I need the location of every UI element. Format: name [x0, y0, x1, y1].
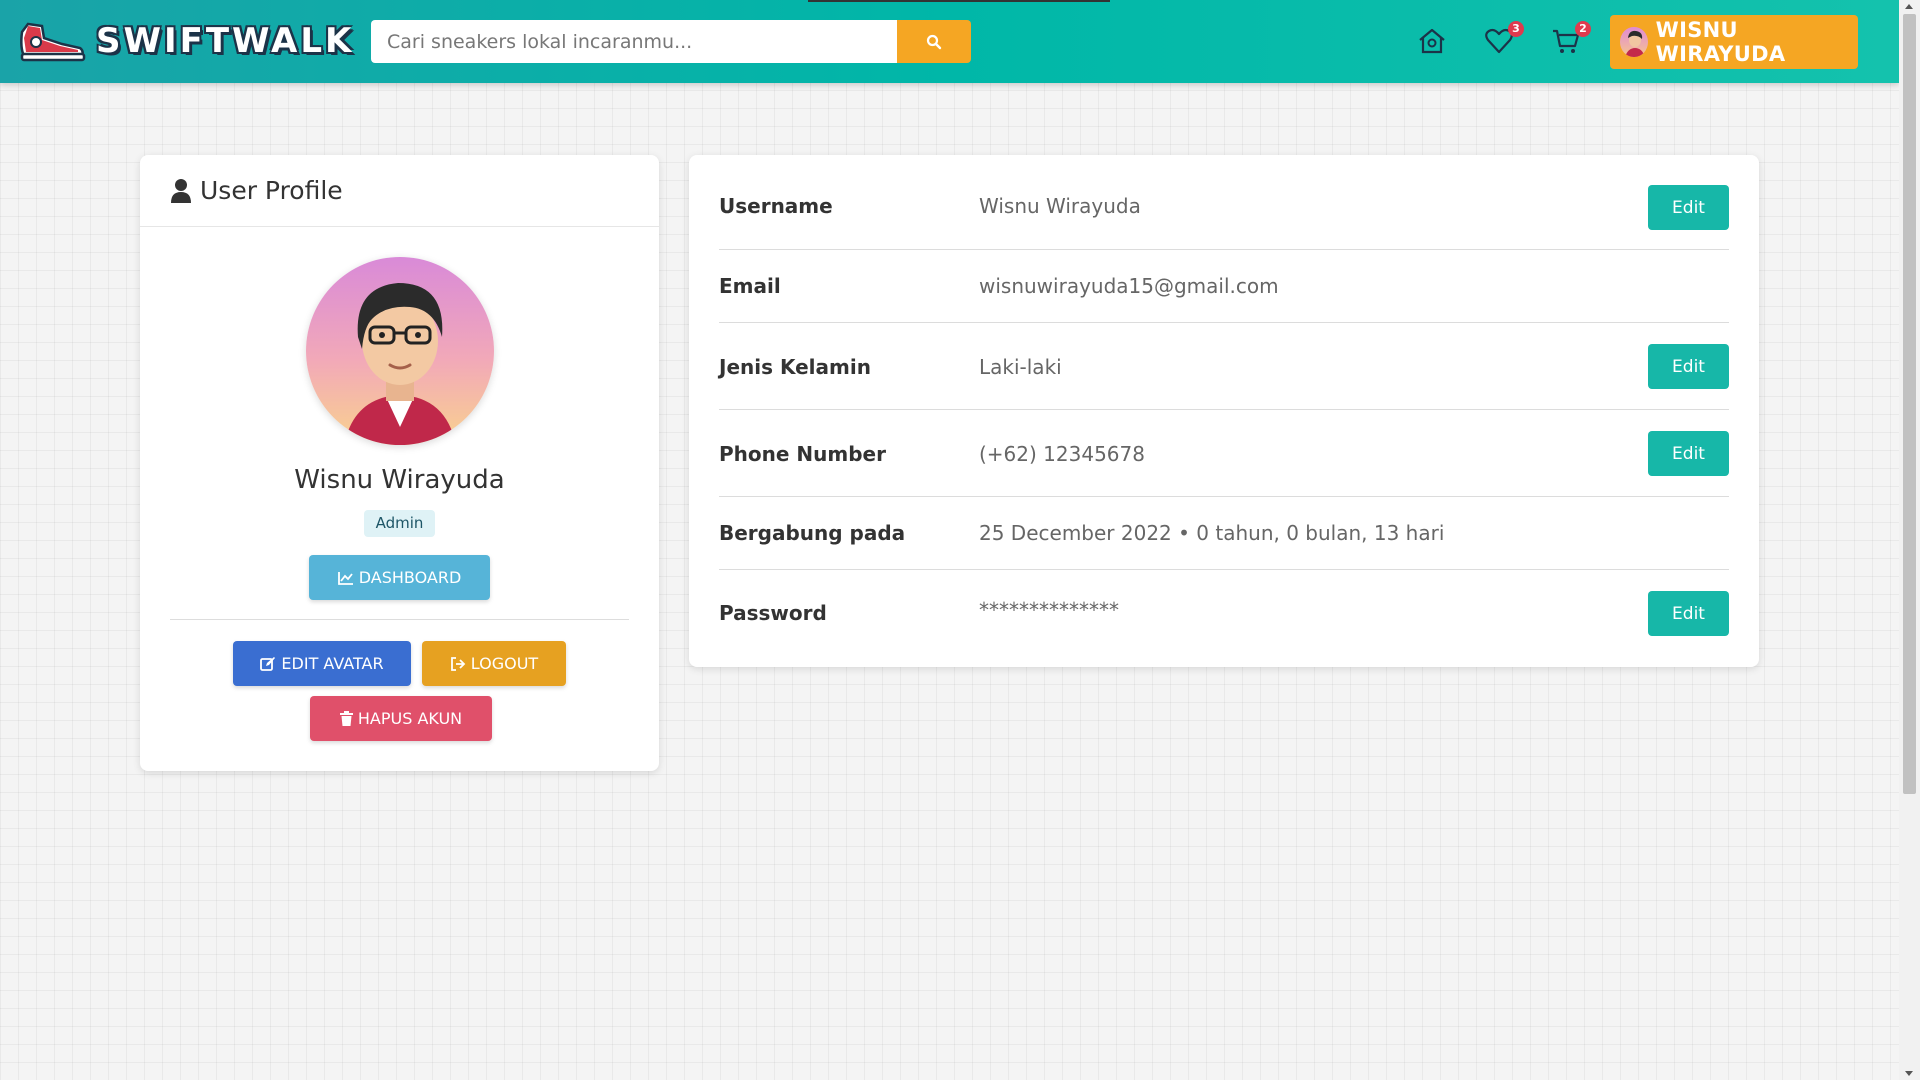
- phone-value: (+62) 12345678: [979, 442, 1145, 466]
- logout-button[interactable]: LOGOUT: [422, 641, 566, 686]
- line-chart-icon: [337, 571, 353, 585]
- password-label: Password: [719, 601, 827, 625]
- sneaker-icon: [20, 22, 86, 62]
- brand-name: SWIFTWALK: [96, 21, 355, 61]
- page-loading-bar: [808, 0, 1110, 2]
- email-value: wisnuwirayuda15@gmail.com: [979, 274, 1279, 298]
- account-info-card: Username Wisnu Wirayuda Edit Email wisnu…: [689, 155, 1759, 667]
- search-icon: [926, 34, 942, 49]
- role-badge: Admin: [364, 510, 435, 537]
- profile-divider: [170, 619, 629, 620]
- scroll-up-arrow-icon[interactable]: [1905, 4, 1913, 9]
- user-name-label: WISNU WIRAYUDA: [1655, 18, 1786, 66]
- cart-button[interactable]: 2: [1549, 21, 1591, 58]
- gender-value: Laki-laki: [979, 355, 1062, 379]
- info-row-phone: Phone Number (+62) 12345678 Edit: [719, 410, 1729, 497]
- info-row-username: Username Wisnu Wirayuda Edit: [719, 155, 1729, 250]
- email-label: Email: [719, 274, 781, 298]
- user-profile-card: User Profile Wisnu Wirayuda Admin DASHBO…: [140, 155, 659, 771]
- edit-gender-button[interactable]: Edit: [1648, 344, 1729, 389]
- wishlist-count-badge: 3: [1508, 21, 1524, 37]
- info-row-gender: Jenis Kelamin Laki-laki Edit: [719, 323, 1729, 410]
- username-label: Username: [719, 194, 833, 218]
- trash-icon: [339, 711, 353, 726]
- home-button[interactable]: [1415, 24, 1449, 58]
- password-value: **************: [979, 598, 1119, 622]
- user-avatar: [1620, 27, 1648, 57]
- info-row-password: Password ************** Edit: [719, 570, 1729, 667]
- delete-account-button-label: HAPUS AKUN: [357, 709, 463, 728]
- edit-password-button[interactable]: Edit: [1648, 591, 1729, 636]
- edit-avatar-button[interactable]: EDIT AVATAR: [233, 641, 411, 686]
- top-navbar: SWIFTWALK 3 2: [0, 0, 1899, 83]
- info-row-email: Email wisnuwirayuda15@gmail.com: [719, 250, 1729, 323]
- delete-account-button[interactable]: HAPUS AKUN: [310, 696, 492, 741]
- user-icon: [171, 178, 191, 203]
- home-icon: [1419, 28, 1445, 54]
- phone-label: Phone Number: [719, 442, 886, 466]
- gender-label: Jenis Kelamin: [719, 355, 871, 379]
- profile-card-header: User Profile: [140, 155, 659, 227]
- edit-icon: [260, 656, 276, 671]
- dashboard-button[interactable]: DASHBOARD: [309, 555, 490, 600]
- search-button[interactable]: [897, 20, 971, 63]
- joined-value: 25 December 2022 • 0 tahun, 0 bulan, 13 …: [979, 521, 1445, 545]
- logout-button-label: LOGOUT: [470, 654, 539, 673]
- edit-username-button[interactable]: Edit: [1648, 185, 1729, 230]
- profile-card-title: User Profile: [200, 176, 343, 205]
- joined-label: Bergabung pada: [719, 521, 906, 545]
- user-menu-button[interactable]: WISNU WIRAYUDA: [1610, 15, 1858, 69]
- wishlist-button[interactable]: 3: [1482, 21, 1524, 58]
- profile-avatar: [306, 257, 494, 445]
- username-value: Wisnu Wirayuda: [979, 194, 1141, 218]
- info-row-joined: Bergabung pada 25 December 2022 • 0 tahu…: [719, 497, 1729, 570]
- dashboard-button-label: DASHBOARD: [358, 568, 462, 587]
- edit-avatar-button-label: EDIT AVATAR: [281, 654, 384, 673]
- page-scrollbar[interactable]: [1899, 0, 1920, 1080]
- brand-logo[interactable]: SWIFTWALK: [18, 16, 354, 66]
- scroll-down-arrow-icon[interactable]: [1905, 1071, 1913, 1076]
- scrollbar-thumb[interactable]: [1903, 14, 1916, 794]
- cart-count-badge: 2: [1575, 21, 1591, 37]
- search-input[interactable]: [371, 20, 897, 63]
- edit-phone-button[interactable]: Edit: [1648, 431, 1729, 476]
- sign-out-icon: [450, 656, 466, 671]
- profile-name: Wisnu Wirayuda: [294, 465, 505, 495]
- search-bar: [371, 20, 971, 63]
